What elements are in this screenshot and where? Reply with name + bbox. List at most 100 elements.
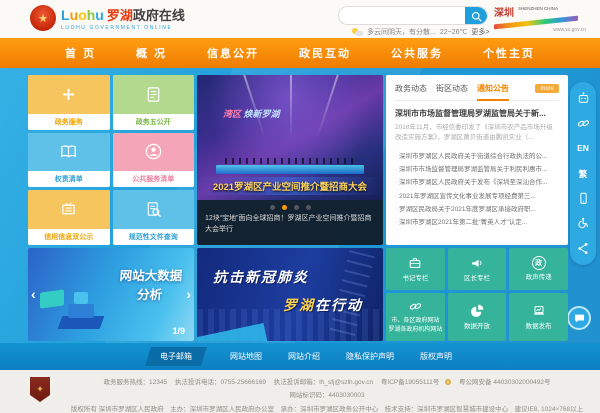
footer-site-code: 网站标识码：4403030003 — [289, 392, 364, 399]
carousel-caption-bar: 12块“宝地”面向全球招商！罗湖区产业空间推介暨招商大会举行 — [197, 200, 383, 245]
tab-notices-active[interactable]: 通知公告 — [477, 83, 509, 94]
document-icon — [144, 85, 163, 104]
shenzhen-logo-en: SHENZHEN CHINA — [518, 4, 558, 12]
quicklink-mayor-column[interactable]: 区长专栏 — [448, 248, 507, 290]
nav-item-info-disclosure[interactable]: 信息公开 — [207, 45, 259, 61]
footer: ✦ 政务服务热线：12345 执法投诉电话：0755-25666169 执法投诉… — [0, 370, 600, 413]
laptop-chart-icon — [531, 303, 547, 319]
nav-item-overview[interactable]: 概 况 — [136, 45, 167, 61]
banner-page-indicator: 1/9 — [172, 326, 185, 336]
quicklink-open-data[interactable]: 数据开放 — [448, 293, 507, 341]
news-list-item[interactable]: 罗湖区民政局关于2021年度罗湖区承接政府职... — [395, 203, 559, 216]
news-list-item[interactable]: 深圳市市场监督管理局罗湖监管局关于利民利惠市... — [395, 163, 559, 176]
quicklink-label: 数据开放 — [464, 322, 490, 331]
quicklink-government-websites[interactable]: 市、各区政府网站罗湖各政府机构网站 — [386, 293, 445, 341]
footer-icp[interactable]: 粤ICP备19055111号 — [381, 379, 439, 386]
tile-five-disclosures[interactable]: 政务五公开 — [113, 75, 195, 130]
footer-complaint-mail: 执法投诉邮箱：lh_sfj@szlh.gov.cn — [274, 379, 373, 386]
carousel-dot-2-active[interactable] — [282, 205, 287, 210]
tile-public-service-list[interactable]: 公共服务清单 — [113, 133, 195, 188]
slide-tagline: 湾区 焕新罗湖 — [223, 107, 280, 120]
weather-widget: 多云间阴天，有分散... 22~26℃ 更多> — [352, 27, 489, 37]
tile-label: 公共服务清单 — [113, 171, 195, 187]
carousel-prev-arrow[interactable]: ‹ — [31, 286, 36, 302]
stage-light — [317, 75, 340, 138]
traditional-chinese-toggle[interactable]: 繁 — [573, 165, 593, 183]
footer-line2: 版权所有 深圳市罗湖区人民政府 主办：深圳市罗湖区人民政府办公室 承办：深圳市罗… — [68, 403, 586, 413]
quicklink-government-voice[interactable]: 政 政声传递 — [509, 248, 568, 290]
mobile-version-button[interactable] — [573, 190, 593, 208]
related-links-button[interactable] — [573, 114, 593, 132]
tile-power-list[interactable]: 权责清单 — [28, 133, 110, 188]
news-summary: 2018年11月，市经信委印发了《深圳市农产品市场升级改造实施方案》，罗湖区黄贝… — [395, 123, 559, 144]
footer-police[interactable]: 粤公网安备 44030302000492号 — [459, 379, 550, 386]
dna-decoration — [329, 250, 375, 338]
news-list-item[interactable]: 深圳市罗湖区2021年第二批“菁英人才”认定... — [395, 216, 559, 229]
main-nav: 首 页 概 况 信息公开 政民互动 公共服务 个性主页 — [0, 38, 600, 68]
stage-led-screen — [216, 165, 365, 174]
mobile-icon — [576, 191, 591, 206]
bigdata-title: 网站大数据分析 — [118, 267, 183, 305]
megaphone-icon — [469, 255, 485, 271]
news-list-item[interactable]: 深圳市罗湖区人民政府关于街道综合行政执法的公... — [395, 150, 559, 163]
shenzhen-logo[interactable]: 深圳 SHENZHEN CHINA www.sz.gov.cn — [494, 4, 586, 33]
link-site-intro[interactable]: 网站介绍 — [288, 351, 320, 362]
site-logo[interactable]: ★ Luohu 罗湖政府在线 LUOHU GOVERNMENT ONLINE — [30, 5, 185, 31]
tile-label: 政务服务 — [28, 114, 110, 130]
nav-item-personal-home[interactable]: 个性主页 — [483, 45, 535, 61]
carousel-dot-3[interactable] — [294, 205, 299, 210]
news-headline[interactable]: 深圳市市场监督管理局罗湖监管局关于新... — [395, 108, 559, 119]
search-input[interactable] — [339, 7, 465, 24]
tile-credit-disclosure[interactable]: 信用信息双公示 — [28, 190, 110, 245]
carousel-dot-4[interactable] — [306, 205, 311, 210]
carousel-dot-1[interactable] — [270, 205, 275, 210]
link-copyright[interactable]: 版权声明 — [420, 351, 452, 362]
weather-more-link[interactable]: 更多> — [471, 27, 489, 37]
accessibility-icon — [576, 216, 591, 231]
tile-label: 权责清单 — [28, 171, 110, 187]
news-list-item[interactable]: 2021年罗湖区宣传文化事业发展专项经费第三... — [395, 190, 559, 203]
slide-title: 2021罗湖区产业空间推介暨招商大会 — [197, 177, 383, 195]
accessibility-button[interactable] — [573, 215, 593, 233]
police-badge-icon — [445, 379, 451, 385]
tile-label: 信用信息双公示 — [28, 229, 110, 245]
covid-banner[interactable]: 抗击新冠肺炎 罗湖在行动 — [197, 248, 383, 341]
share-button[interactable] — [573, 240, 593, 258]
carousel-next-arrow[interactable]: › — [186, 286, 191, 302]
tile-government-services[interactable]: 政务服务 — [28, 75, 110, 130]
quicklink-data-release[interactable]: 数据发布 — [509, 293, 568, 341]
covid-banner-line2: 罗湖在行动 — [283, 295, 363, 315]
nav-item-interaction[interactable]: 政民互动 — [299, 45, 351, 61]
chat-bubble-icon — [573, 312, 586, 325]
search-button[interactable] — [465, 7, 487, 25]
top-header: ★ Luohu 罗湖政府在线 LUOHU GOVERNMENT ONLINE 多… — [0, 0, 600, 38]
tile-regulatory-file-search[interactable]: 规范性文件查询 — [113, 190, 195, 245]
nav-item-public-services[interactable]: 公共服务 — [391, 45, 443, 61]
english-toggle[interactable]: EN — [573, 139, 593, 157]
tab-district-updates[interactable]: 街区动态 — [436, 83, 468, 94]
quicklink-label: 数据发布 — [526, 322, 552, 331]
shenzhen-logo-cn: 深圳 — [494, 4, 514, 19]
bigdata-banner[interactable]: 网站大数据分析 ‹ › 1/9 — [28, 248, 194, 341]
pinwheel-icon — [59, 85, 78, 104]
floating-assistant-button[interactable] — [567, 306, 591, 330]
search-icon — [470, 10, 483, 23]
nav-item-home[interactable]: 首 页 — [65, 45, 96, 61]
tab-government-updates[interactable]: 政务动态 — [395, 83, 427, 94]
side-toolbar: EN 繁 — [570, 82, 596, 265]
link-privacy[interactable]: 隐私保护声明 — [346, 351, 394, 362]
pie-chart-icon — [469, 303, 485, 319]
bottom-links-bar: 电子邮箱 网站地图 网站介绍 隐私保护声明 版权声明 — [0, 343, 600, 370]
tile-label: 规范性文件查询 — [113, 229, 195, 245]
link-email[interactable]: 电子邮箱 — [145, 347, 207, 366]
quicklink-secretary-column[interactable]: 书记专栏 — [386, 248, 445, 290]
government-badge-icon[interactable]: ✦ — [30, 377, 50, 402]
carousel-dots — [197, 205, 383, 210]
robot-assistant-button[interactable] — [573, 89, 593, 107]
bigdata-illustration — [58, 289, 104, 329]
carousel-caption[interactable]: 12块“宝地”面向全球招商！罗湖区产业空间推介暨招商大会举行 — [197, 214, 383, 236]
news-list-item[interactable]: 深圳市罗湖区人民政府关于发布《深圳至深汕合作... — [395, 176, 559, 189]
carousel-slide[interactable]: 湾区 焕新罗湖 2021罗湖区产业空间推介暨招商大会 — [197, 75, 383, 200]
news-more-button[interactable]: more — [535, 84, 559, 93]
link-sitemap[interactable]: 网站地图 — [230, 351, 262, 362]
